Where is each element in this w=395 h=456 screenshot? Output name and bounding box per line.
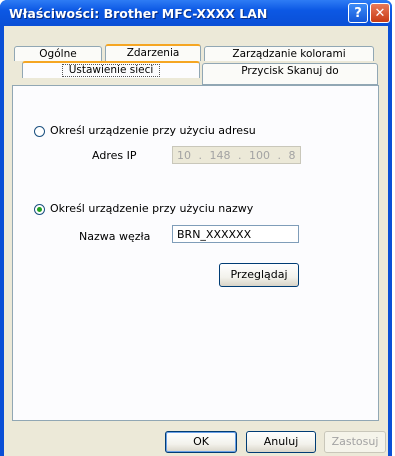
network-settings-panel: Określ urządzenie przy użyciu adresu Adr… bbox=[12, 85, 379, 421]
ip-address-label: Adres IP bbox=[92, 149, 137, 162]
tab-events[interactable]: Zdarzenia bbox=[105, 44, 201, 61]
ok-button[interactable]: OK bbox=[165, 431, 237, 453]
tab-network-settings[interactable]: Ustawienie sieci bbox=[22, 61, 200, 78]
dialog-body: Ogólne Zdarzenia Zarządzanie kolorami Us… bbox=[4, 26, 388, 456]
browse-button[interactable]: Przeglądaj bbox=[219, 263, 299, 287]
close-icon[interactable]: ✕ bbox=[370, 3, 390, 23]
radio-specify-by-name[interactable] bbox=[34, 204, 45, 215]
cancel-button[interactable]: Anuluj bbox=[246, 431, 316, 453]
option-address-label: Określ urządzenie przy użyciu adresu bbox=[50, 124, 256, 137]
title-bar[interactable]: Właściwości: Brother MFC-XXXX LAN ? ✕ bbox=[0, 0, 392, 26]
properties-dialog: Właściwości: Brother MFC-XXXX LAN ? ✕ Og… bbox=[0, 0, 392, 456]
apply-button[interactable]: Zastosuj bbox=[324, 431, 386, 453]
tab-scan-to-button[interactable]: Przycisk Skanuj do bbox=[202, 63, 378, 85]
radio-specify-by-address[interactable] bbox=[34, 126, 45, 137]
node-name-field[interactable]: BRN_XXXXXX bbox=[172, 225, 299, 243]
help-icon[interactable]: ? bbox=[348, 3, 368, 23]
tab-color-management[interactable]: Zarządzanie kolorami bbox=[204, 46, 374, 61]
option-name-label: Określ urządzenie przy użyciu nazwy bbox=[50, 202, 254, 215]
tab-general[interactable]: Ogólne bbox=[14, 46, 102, 61]
node-name-label: Nazwa węzła bbox=[79, 230, 151, 243]
window-title: Właściwości: Brother MFC-XXXX LAN bbox=[9, 6, 268, 21]
ip-address-field[interactable]: 10 . 148 . 100 . 8 bbox=[172, 146, 301, 164]
